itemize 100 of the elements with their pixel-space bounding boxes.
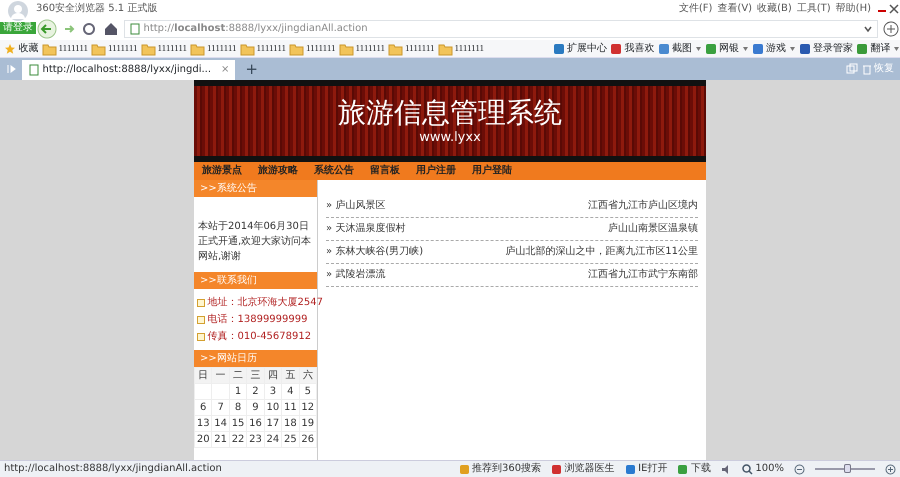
bookmark-item[interactable]: 1111111 xyxy=(388,42,434,56)
bullet-icon xyxy=(197,316,205,324)
calendar-day[interactable]: 6 xyxy=(194,400,212,416)
tool-icon xyxy=(798,42,810,54)
status-item[interactable]: 推荐到360搜索 xyxy=(458,463,542,475)
status-item[interactable]: IE打开 xyxy=(624,463,668,475)
nav-link[interactable]: 用户登陆 xyxy=(472,165,512,177)
dropdown-icon xyxy=(863,24,873,34)
menu-item[interactable]: 帮助(H) xyxy=(836,3,871,15)
spot-link[interactable]: » 武陵岩漂流 xyxy=(326,269,386,281)
calendar-day[interactable]: 4 xyxy=(282,384,300,400)
calendar-day[interactable]: 15 xyxy=(229,416,247,432)
spot-location: 庐山北部的深山之中，距离九江市区11公里 xyxy=(505,246,698,258)
calendar-day[interactable]: 18 xyxy=(282,416,300,432)
tool-icon xyxy=(610,42,622,54)
weekday-header: 日 xyxy=(194,368,212,384)
contact-text: 地址：北京环海大厦2547 xyxy=(208,296,323,308)
status-icon xyxy=(551,464,562,474)
calendar-day[interactable]: 19 xyxy=(299,416,316,432)
calendar-day[interactable]: 16 xyxy=(246,416,264,432)
menu-item[interactable]: 收藏(B) xyxy=(757,3,792,15)
browser-tab[interactable]: http://localhost:8888/lyxx/jingdi... × xyxy=(22,60,236,80)
calendar-day[interactable]: 13 xyxy=(194,416,212,432)
spot-link[interactable]: » 庐山风景区 xyxy=(326,200,386,212)
nav-link[interactable]: 用户注册 xyxy=(416,165,456,177)
menu-item[interactable]: 工具(T) xyxy=(796,3,831,15)
new-tab-button[interactable]: + xyxy=(239,60,264,78)
tool-icon xyxy=(856,42,868,54)
calendar-day[interactable]: 25 xyxy=(282,432,300,448)
weekday-header: 二 xyxy=(229,368,247,384)
nav-link[interactable]: 留言板 xyxy=(370,165,400,177)
nav-link[interactable]: 系统公告 xyxy=(314,165,354,177)
calendar-day[interactable]: 21 xyxy=(212,432,230,448)
bookmark-item[interactable]: 1111111 xyxy=(190,42,236,56)
close-icon[interactable] xyxy=(888,4,900,14)
bookmark-item[interactable]: 1111111 xyxy=(338,42,385,56)
nav-link[interactable]: 旅游景点 xyxy=(202,165,242,177)
bookmark-item[interactable]: 1111111 xyxy=(42,42,88,56)
zoom-button[interactable]: 100% xyxy=(742,463,784,475)
spot-link[interactable]: » 天沐温泉度假村 xyxy=(326,223,406,235)
site-title: 旅游信息管理系统 xyxy=(338,96,562,130)
tab-title: http://localhost:8888/lyxx/jingdi... xyxy=(42,64,212,76)
contact-text: 电话：13899999999 xyxy=(208,314,308,326)
calendar-day[interactable]: 12 xyxy=(299,400,316,416)
back-icon[interactable] xyxy=(36,19,58,39)
bookmark-item[interactable]: 1111111 xyxy=(91,42,138,56)
calendar-day[interactable]: 11 xyxy=(282,400,300,416)
calendar-day[interactable]: 24 xyxy=(264,432,282,448)
zoom-in-icon[interactable] xyxy=(885,464,896,474)
section-header: >>系统公告 xyxy=(194,180,317,197)
site-subtitle: www.lyxx xyxy=(419,130,481,146)
status-item[interactable]: 浏览器医生 xyxy=(551,463,615,475)
home-icon[interactable] xyxy=(102,20,120,38)
calendar-day[interactable]: 8 xyxy=(229,400,247,416)
toolbar-item[interactable]: 扩展中心 xyxy=(552,42,607,54)
toolbar-item[interactable]: 网银 xyxy=(704,42,748,54)
spot-location: 庐山山南景区温泉镇 xyxy=(608,223,698,235)
calendar-day[interactable]: 1 xyxy=(229,384,247,400)
calendar-day[interactable]: 22 xyxy=(229,432,247,448)
calendar-day[interactable]: 14 xyxy=(212,416,230,432)
status-icon xyxy=(458,464,470,474)
toolbar-item[interactable]: 翻译 xyxy=(856,42,900,54)
toolbar-item[interactable]: 游戏 xyxy=(752,42,796,54)
magnifier-icon xyxy=(742,464,753,474)
calendar-day[interactable]: 23 xyxy=(246,432,264,448)
tab-close-button[interactable]: × xyxy=(221,64,230,76)
menu-item[interactable]: 查看(V) xyxy=(717,3,752,15)
notice-text: 本站于2014年06月30日正式开通,欢迎大家访问本网站,谢谢 xyxy=(198,220,312,264)
calendar-day[interactable]: 9 xyxy=(246,400,264,416)
address-bar[interactable]: http://localhost:8888/lyxx/jingdianAll.action xyxy=(124,20,878,38)
calendar-day[interactable]: 5 xyxy=(299,384,316,400)
spot-link[interactable]: » 东林大峡谷(男刀峡) xyxy=(326,246,424,258)
toolbar-item[interactable]: 我喜欢 xyxy=(610,42,654,54)
calendar-day[interactable]: 2 xyxy=(246,384,264,400)
bookmark-item[interactable]: 1111111 xyxy=(240,42,286,56)
zoom-out-icon[interactable] xyxy=(794,464,805,474)
favorites-button[interactable]: 收藏 xyxy=(4,42,38,54)
nav-link[interactable]: 旅游攻略 xyxy=(258,165,298,177)
calendar-day[interactable]: 10 xyxy=(264,400,282,416)
status-item[interactable]: 下载 xyxy=(677,463,711,475)
toolbar-item[interactable]: 截图 xyxy=(658,42,702,54)
section-header: >>网站日历 xyxy=(194,350,317,367)
calendar-day[interactable]: 17 xyxy=(264,416,282,432)
page-icon xyxy=(129,23,141,35)
bullet-icon xyxy=(197,298,205,306)
weekday-header: 六 xyxy=(299,368,316,384)
zoom-slider-thumb[interactable] xyxy=(844,464,851,473)
window-title: 360安全浏览器 5.1 正式版 xyxy=(36,3,158,15)
bookmark-item[interactable]: 1111111 xyxy=(140,42,187,56)
calendar-day[interactable]: 3 xyxy=(264,384,282,400)
toolbar-item[interactable]: 登录管家 xyxy=(798,42,853,54)
menu-item[interactable]: 文件(F) xyxy=(678,3,712,15)
sidebar-toggle-icon[interactable] xyxy=(6,63,18,75)
calendar-day[interactable]: 26 xyxy=(299,432,316,448)
bookmark-item[interactable]: 1111111 xyxy=(438,42,484,56)
page-icon xyxy=(28,64,40,76)
bookmark-item[interactable]: 1111111 xyxy=(289,42,336,56)
calendar-day[interactable]: 20 xyxy=(194,432,212,448)
calendar-day[interactable]: 7 xyxy=(212,400,230,416)
tool-icon xyxy=(704,42,716,54)
